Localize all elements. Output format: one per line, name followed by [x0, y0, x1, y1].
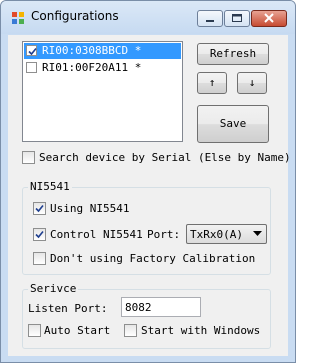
using-ni5541-checkbox[interactable] — [33, 202, 46, 215]
arrow-up-icon: ↑ — [208, 76, 216, 89]
ni5541-group-title: NI5541 — [28, 180, 72, 193]
close-icon — [264, 13, 274, 23]
list-item[interactable]: RI00:0308BBCD * — [24, 43, 181, 59]
checkmark-icon — [35, 204, 44, 213]
chevron-down-icon — [253, 231, 262, 236]
port-label: Port: — [147, 228, 181, 241]
listen-port-input[interactable]: 8082 — [121, 297, 201, 317]
maximize-icon — [232, 14, 242, 22]
checkmark-icon — [35, 230, 44, 239]
list-item-checkbox[interactable] — [26, 62, 37, 73]
search-by-serial-label: Search device by Serial (Else by Name) — [39, 151, 291, 164]
minimize-icon — [206, 20, 214, 22]
list-item-label: RI00:0308BBCD * — [42, 44, 142, 57]
title-bar[interactable]: Configurations — [1, 1, 295, 34]
move-up-button[interactable]: ↑ — [197, 72, 227, 94]
save-button[interactable]: Save — [197, 105, 269, 143]
list-item-label: RI01:00F20A11 * — [42, 61, 142, 74]
start-with-windows-label: Start with Windows — [141, 324, 261, 337]
app-icon — [12, 12, 24, 24]
client-area: RI00:0308BBCD * RI01:00F20A11 * Refresh … — [8, 35, 291, 356]
auto-start-label: Auto Start — [44, 324, 111, 337]
listen-port-label: Listen Port: — [28, 302, 108, 315]
refresh-button-label: Refresh — [209, 47, 257, 60]
device-listbox[interactable]: RI00:0308BBCD * RI01:00F20A11 * — [22, 41, 183, 142]
control-ni5541-checkbox[interactable] — [33, 228, 46, 241]
using-ni5541-label: Using NI5541 — [50, 202, 130, 215]
configurations-window: Configurations RI00:0308BBCD * RI01:00F2… — [0, 0, 296, 363]
factory-calibration-label: Don't using Factory Calibration — [50, 252, 256, 265]
factory-calibration-checkbox[interactable] — [33, 252, 46, 265]
checkmark-icon — [28, 47, 37, 56]
port-select[interactable]: TxRx0(A) — [186, 224, 267, 244]
arrow-down-icon: ↓ — [248, 76, 256, 89]
start-with-windows-checkbox[interactable] — [124, 324, 137, 337]
move-down-button[interactable]: ↓ — [237, 72, 267, 94]
window-title: Configurations — [31, 9, 119, 23]
service-group-title: Serivce — [28, 282, 79, 295]
maximize-button[interactable] — [224, 10, 250, 27]
listen-port-value: 8082 — [125, 301, 152, 314]
list-item[interactable]: RI01:00F20A11 * — [24, 60, 181, 76]
auto-start-checkbox[interactable] — [28, 324, 41, 337]
control-ni5541-label: Control NI5541 — [50, 228, 143, 241]
search-by-serial-checkbox[interactable] — [22, 151, 35, 164]
minimize-button[interactable] — [197, 10, 223, 27]
port-select-value: TxRx0(A) — [190, 228, 243, 241]
refresh-button[interactable]: Refresh — [197, 43, 269, 65]
save-button-label: Save — [219, 117, 247, 130]
list-item-checkbox[interactable] — [26, 45, 37, 56]
close-button[interactable] — [251, 10, 287, 27]
